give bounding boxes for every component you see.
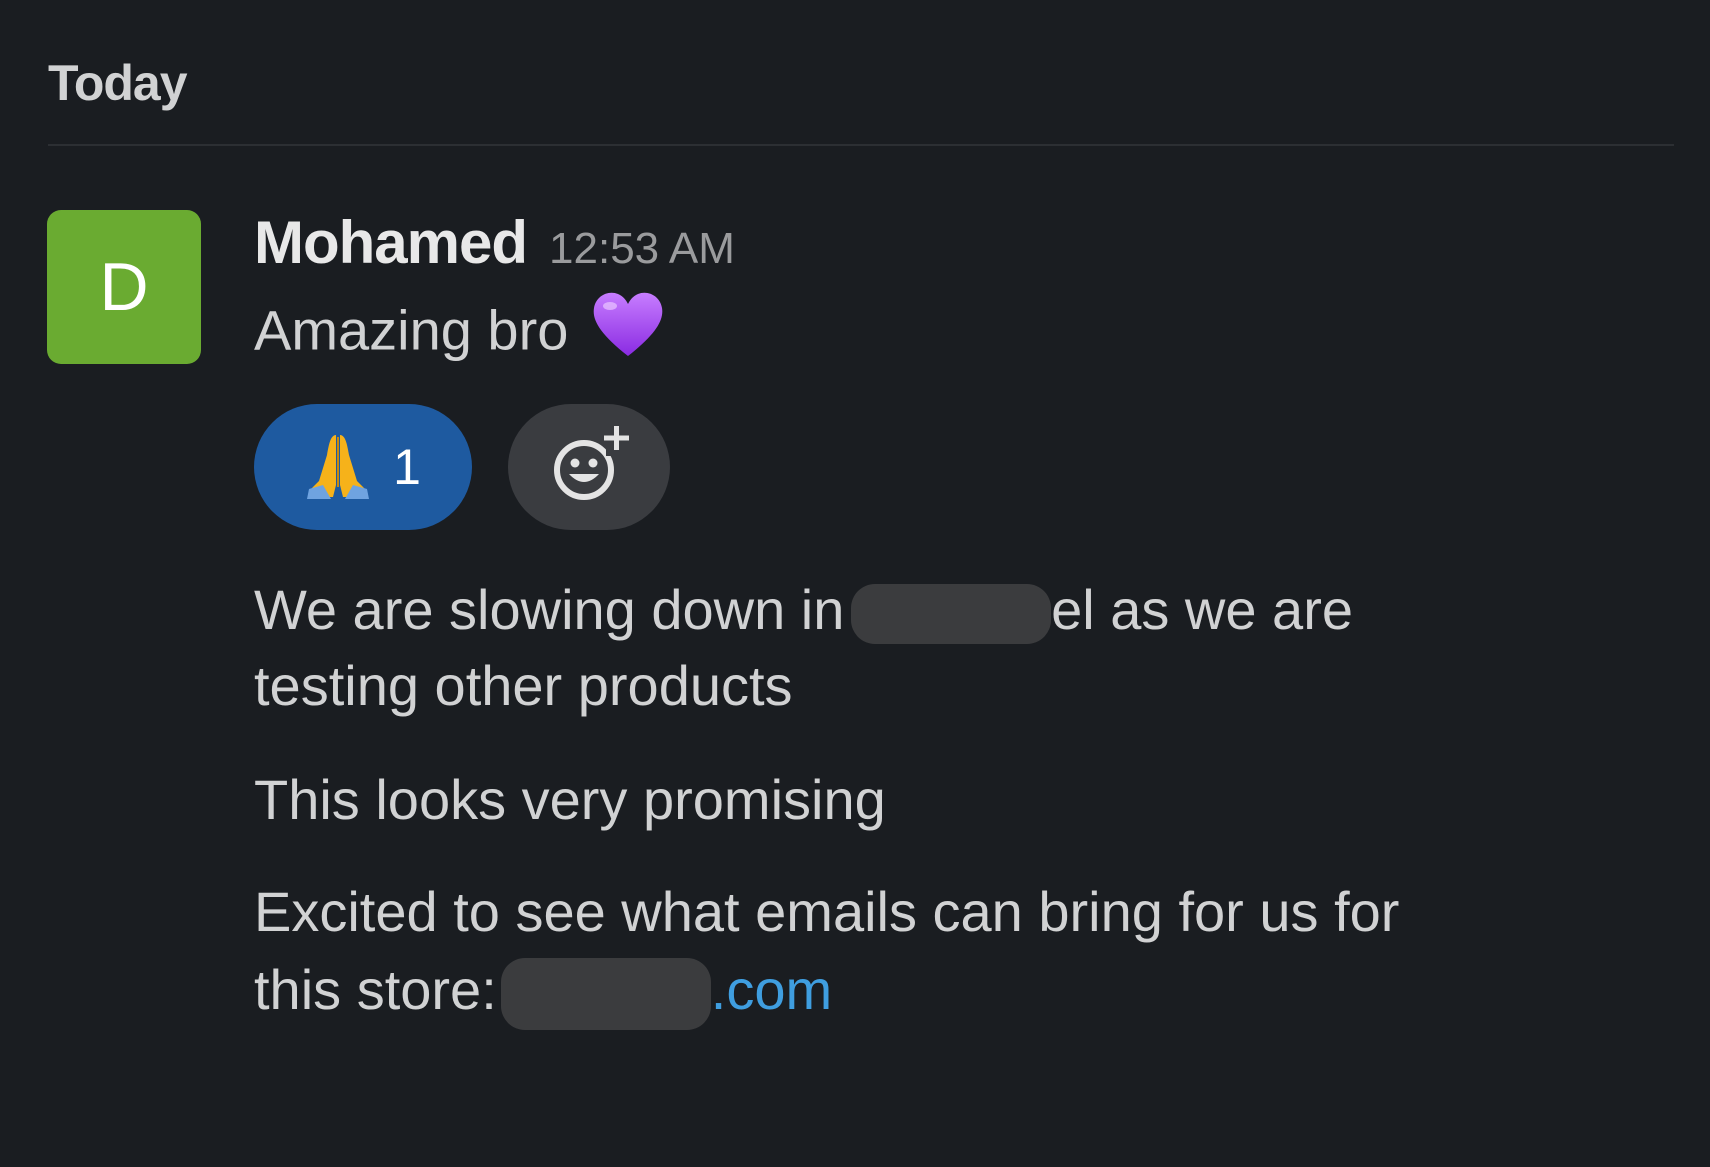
store-link[interactable]: .com <box>711 958 832 1021</box>
avatar-initial: D <box>99 249 149 325</box>
message-text: We are slowing down in .. <box>254 578 892 641</box>
folded-hands-icon <box>305 429 371 506</box>
message-timestamp[interactable]: 12:53 AM <box>549 224 735 274</box>
message-line-excited: Excited to see what emails can bring for… <box>254 874 1399 950</box>
avatar[interactable]: D <box>47 210 201 364</box>
message-text: This looks very promising <box>254 768 886 831</box>
reaction-count: 1 <box>393 439 421 495</box>
message-line-store: this store: .com <box>254 952 832 1031</box>
day-divider-label: Today <box>48 55 188 111</box>
reaction-pill-pray[interactable]: 1 <box>254 404 472 530</box>
message-text: el as we are <box>1051 578 1353 641</box>
message-text: this store: <box>254 958 497 1021</box>
day-divider: Today <box>48 48 1674 146</box>
message-text: testing other products <box>254 654 793 717</box>
reactions-bar: 1 <box>254 404 670 530</box>
purple-heart-icon <box>590 290 666 379</box>
add-reaction-button[interactable] <box>508 404 670 530</box>
message-text: Excited to see what emails can bring for… <box>254 880 1400 943</box>
message-line-slowing: We are slowing down in .. el as we are <box>254 572 1353 648</box>
message-header: Mohamed 12:53 AM <box>254 208 735 278</box>
message-line-promising: This looks very promising <box>254 762 886 838</box>
message-text-first: Amazing bro <box>254 290 666 379</box>
message-text: Amazing bro <box>254 298 569 362</box>
add-reaction-icon <box>544 420 634 515</box>
author-name[interactable]: Mohamed <box>254 208 528 277</box>
redacted-block <box>500 958 711 1031</box>
message-line-testing: testing other products <box>254 648 793 724</box>
redacted-block <box>851 584 1052 645</box>
